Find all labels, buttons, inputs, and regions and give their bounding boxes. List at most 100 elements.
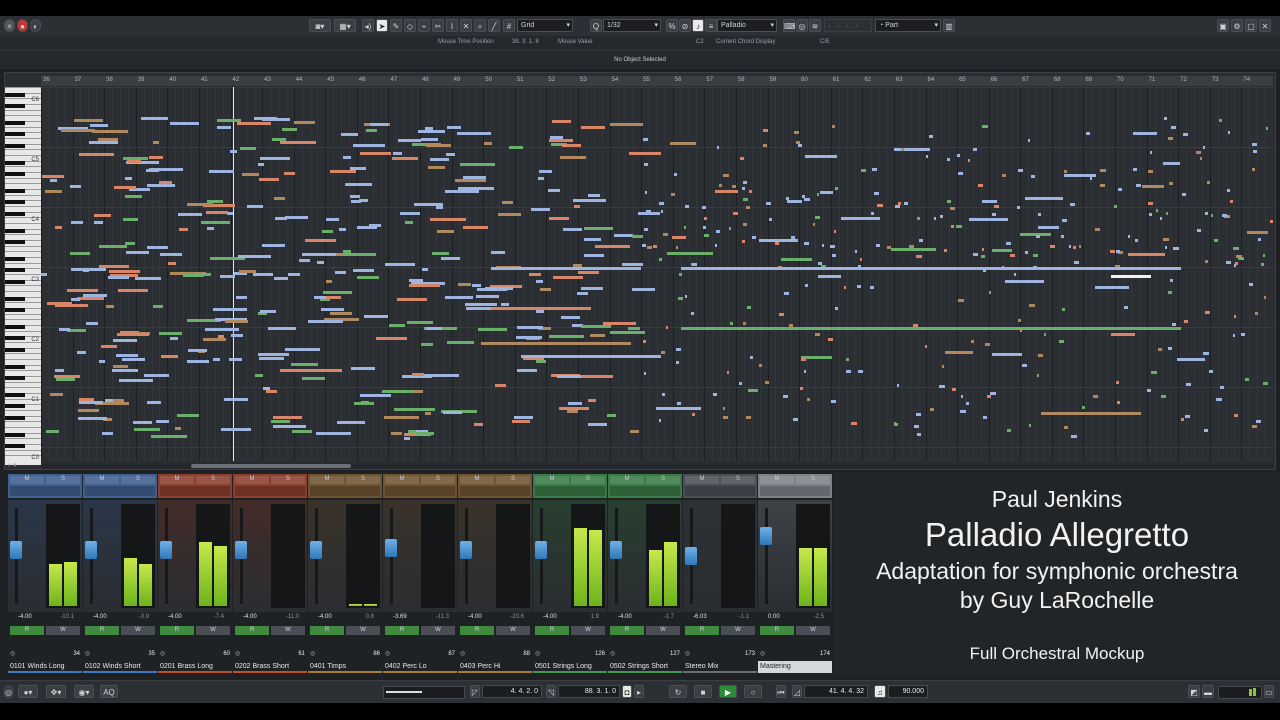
link-icon[interactable]: ◎ <box>10 650 15 657</box>
midi-note[interactable] <box>1092 394 1098 398</box>
midi-note[interactable] <box>655 407 701 410</box>
midi-note[interactable] <box>408 284 440 288</box>
midi-note[interactable] <box>803 369 807 373</box>
midi-note[interactable] <box>107 276 129 280</box>
midi-note[interactable] <box>337 420 365 424</box>
midi-note[interactable] <box>266 389 277 393</box>
midi-note[interactable] <box>156 420 169 424</box>
midi-note[interactable] <box>411 373 424 377</box>
midi-note[interactable] <box>588 194 601 198</box>
write-button[interactable]: W <box>346 626 380 635</box>
midi-note[interactable] <box>941 364 945 368</box>
midi-note[interactable] <box>831 254 836 258</box>
midi-note[interactable] <box>112 338 138 342</box>
pencil-tool-icon[interactable]: ✎ <box>390 19 402 32</box>
midi-note[interactable] <box>114 186 137 189</box>
midi-note[interactable] <box>732 211 738 215</box>
midi-note[interactable] <box>388 323 405 327</box>
midi-note[interactable] <box>1018 169 1023 173</box>
zoom-controls[interactable]: + ▾ <box>7 461 37 469</box>
midi-note[interactable] <box>1233 314 1236 318</box>
midi-note[interactable] <box>220 275 235 279</box>
midi-note[interactable] <box>261 244 286 248</box>
midi-note[interactable] <box>207 226 214 230</box>
midi-note[interactable] <box>588 399 596 403</box>
midi-note[interactable] <box>1155 208 1159 212</box>
midi-note[interactable] <box>98 244 127 248</box>
percent-icon[interactable]: % <box>666 19 678 32</box>
midi-note[interactable] <box>224 319 249 323</box>
midi-note[interactable] <box>981 247 985 251</box>
midi-note[interactable] <box>1232 333 1235 337</box>
midi-note[interactable] <box>742 223 748 227</box>
midi-note[interactable] <box>1100 169 1106 173</box>
step-input-icon[interactable]: ⌨ <box>783 19 796 32</box>
midi-note[interactable] <box>1068 245 1072 248</box>
midi-note[interactable] <box>969 218 1008 222</box>
midi-note[interactable] <box>727 370 730 374</box>
midi-note[interactable] <box>816 192 820 196</box>
channel-name[interactable]: 0102 Winds Short <box>83 661 157 673</box>
volume-fader[interactable] <box>10 540 22 559</box>
midi-note[interactable] <box>916 255 922 259</box>
midi-note[interactable] <box>762 144 768 148</box>
midi-note[interactable] <box>675 245 678 249</box>
channel-name[interactable]: 0202 Brass Short <box>233 661 307 673</box>
midi-note[interactable] <box>432 252 450 256</box>
midi-note[interactable] <box>1177 358 1205 362</box>
midi-note[interactable] <box>980 255 986 259</box>
glue-tool-icon[interactable]: ⌇ <box>446 19 458 32</box>
midi-note[interactable] <box>703 216 708 220</box>
midi-note[interactable] <box>484 286 513 290</box>
read-button[interactable]: R <box>535 626 569 635</box>
volume-fader[interactable] <box>310 540 322 559</box>
midi-note[interactable] <box>631 235 644 239</box>
midi-note[interactable] <box>972 252 979 256</box>
midi-note[interactable] <box>112 365 129 369</box>
midi-note[interactable] <box>392 156 419 160</box>
midi-note[interactable] <box>517 326 543 330</box>
midi-note[interactable] <box>752 235 757 239</box>
midi-note[interactable] <box>133 420 152 424</box>
solo-button[interactable]: S <box>271 476 305 484</box>
midi-note[interactable] <box>805 155 838 159</box>
midi-note[interactable] <box>366 129 377 132</box>
routing-slot[interactable] <box>685 486 755 496</box>
midi-note[interactable] <box>1247 230 1268 234</box>
midi-note[interactable] <box>1142 185 1165 189</box>
midi-note[interactable] <box>1089 177 1092 181</box>
midi-note[interactable] <box>1233 263 1236 267</box>
mute-button[interactable]: M <box>85 476 119 484</box>
midi-note[interactable] <box>1202 145 1206 149</box>
midi-note[interactable] <box>780 257 812 261</box>
volume-readout[interactable]: -3.69 -11.3 <box>383 614 457 624</box>
midi-note[interactable] <box>213 357 220 361</box>
midi-note[interactable] <box>1004 279 1045 283</box>
midi-note[interactable] <box>430 217 466 221</box>
solo-button[interactable]: S <box>721 476 755 484</box>
read-button[interactable]: R <box>460 626 494 635</box>
midi-note[interactable] <box>1136 183 1142 187</box>
midi-note[interactable] <box>359 198 368 202</box>
mute-button[interactable]: M <box>610 476 644 484</box>
midi-note[interactable] <box>1009 254 1016 258</box>
midi-note[interactable] <box>538 170 552 174</box>
midi-note[interactable] <box>1123 305 1129 309</box>
channel-name[interactable]: Mastering <box>758 661 832 673</box>
left-locator-icon[interactable]: ◸ <box>470 685 480 698</box>
midi-note[interactable] <box>991 213 996 217</box>
midi-note[interactable] <box>814 216 820 220</box>
midi-note[interactable] <box>674 172 677 176</box>
midi-note[interactable] <box>290 363 318 367</box>
midi-note[interactable] <box>958 172 963 176</box>
midi-note[interactable] <box>457 131 491 135</box>
midi-note[interactable] <box>820 191 833 195</box>
midi-note[interactable] <box>990 391 996 395</box>
write-button[interactable]: W <box>46 626 80 635</box>
midi-note[interactable] <box>55 369 65 373</box>
midi-note[interactable] <box>1270 220 1273 224</box>
volume-fader[interactable] <box>85 540 97 559</box>
midi-note[interactable] <box>857 285 862 289</box>
midi-note[interactable] <box>415 431 435 435</box>
midi-note[interactable] <box>669 142 696 146</box>
